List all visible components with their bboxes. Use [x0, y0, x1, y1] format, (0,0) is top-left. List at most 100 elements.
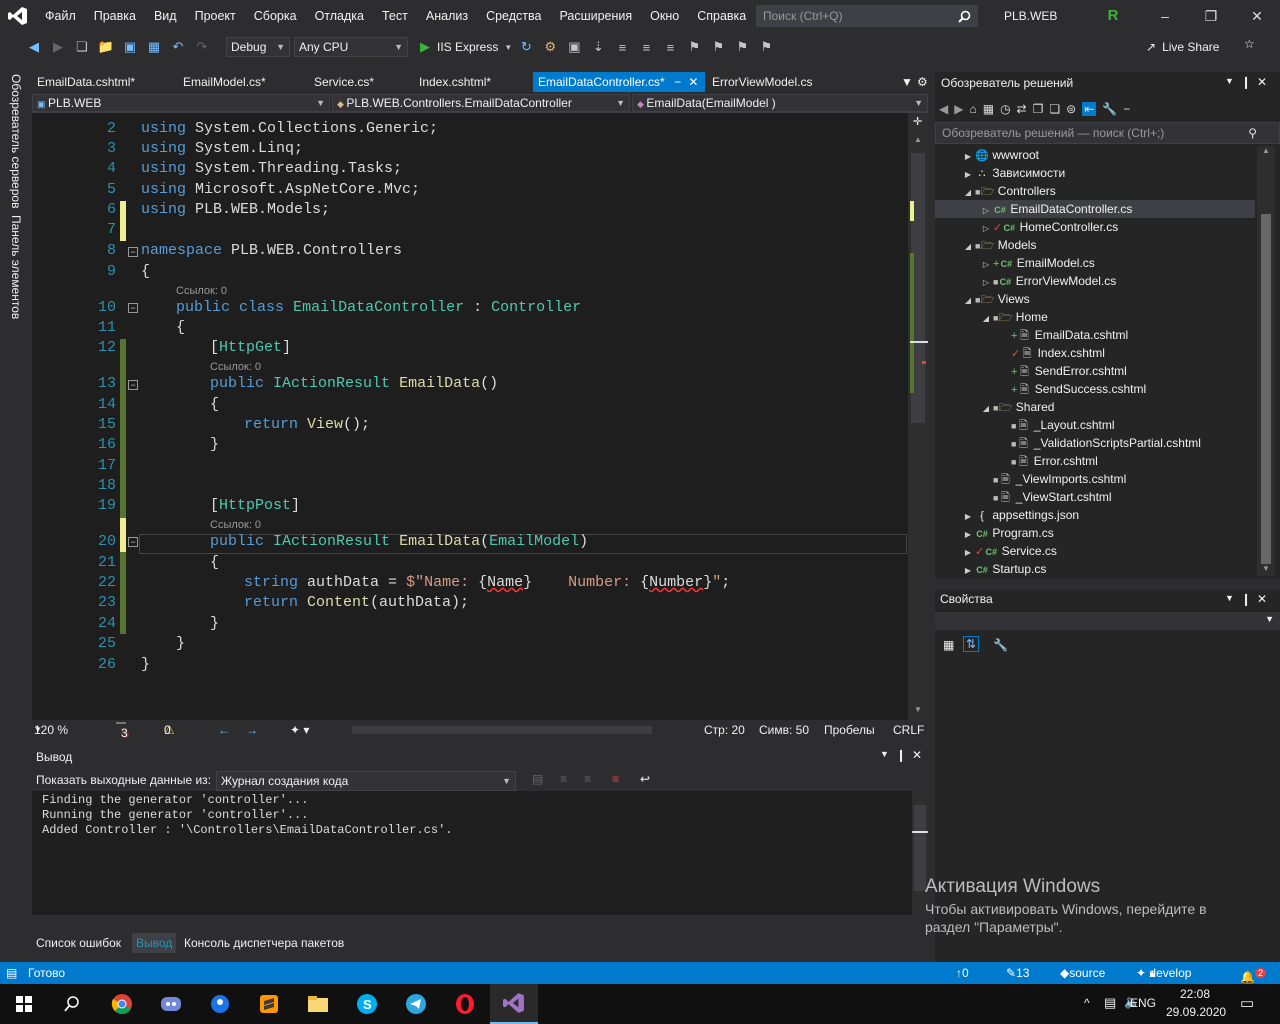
pending-changes[interactable]: ✎ 13 — [1006, 962, 1029, 984]
menu-window[interactable]: Окно — [641, 0, 688, 32]
tab-errorviewmodel-cs[interactable]: ErrorViewModel.cs — [707, 72, 817, 92]
new-project-icon[interactable]: ❏ — [71, 36, 93, 58]
tree-item-senderror-view[interactable]: + 🗎 SendError.cshtml — [1011, 362, 1127, 380]
wrench-icon[interactable]: 🔧 — [1102, 102, 1117, 116]
solution-search-input[interactable]: Обозреватель решений — поиск (Ctrl+;) ⚲ — [935, 122, 1280, 144]
run-target-button[interactable]: IIS Express — [437, 40, 498, 54]
tree-item-layout-view[interactable]: ■ 🗎 _Layout.cshtml — [1011, 416, 1115, 434]
prev-message-icon[interactable]: ≡ — [560, 772, 567, 786]
chevron-down-icon[interactable]: ▼ — [1225, 76, 1234, 86]
tree-item-emaildata-view[interactable]: + 🗎 EmailData.cshtml — [1011, 326, 1128, 344]
tree-item-viewimports[interactable]: ■ 🗎 _ViewImports.cshtml — [993, 470, 1126, 488]
telegram-icon[interactable] — [392, 984, 440, 1024]
member-dropdown[interactable]: ◆ EmailData(EmailModel ) ▼ — [632, 94, 928, 112]
input-language[interactable]: ENG — [1130, 996, 1156, 1010]
bookmark-prev-icon[interactable]: ⚑ — [707, 36, 729, 58]
error-count[interactable]: ⦸ 3 — [116, 722, 129, 740]
codelens-references[interactable]: Ссылок: 0 — [176, 285, 227, 297]
project-dropdown[interactable]: ▣ PLB.WEB ▼ — [32, 94, 330, 112]
split-icon[interactable]: ✛ — [913, 115, 922, 128]
close-icon[interactable]: ✕ — [688, 75, 698, 89]
forward-icon[interactable]: ▶ — [954, 102, 963, 116]
close-icon[interactable]: ✕ — [912, 748, 922, 762]
indent-icon[interactable]: ≡ — [611, 36, 633, 58]
menu-extensions[interactable]: Расширения — [550, 0, 641, 32]
tab-emaildata-cshtml[interactable]: EmailData.cshtml* — [32, 72, 140, 92]
output-text-area[interactable]: Finding the generator 'controller'... Ru… — [32, 791, 912, 915]
collapse-icon[interactable]: ◢ — [979, 400, 993, 418]
properties-object-select[interactable]: ▼ — [935, 612, 1280, 630]
expand-icon[interactable]: ▶ — [961, 562, 975, 580]
browser-link-icon[interactable]: ⚙ — [539, 36, 561, 58]
preview-icon[interactable]: ⊜ — [1066, 102, 1076, 116]
branch[interactable]: ✦ develop ▴ — [1136, 962, 1191, 984]
search-input[interactable]: Поиск (Ctrl+Q) — [756, 5, 978, 27]
codelens-references[interactable]: Ссылок: 0 — [210, 519, 261, 531]
tab-emaildatacontroller-cs[interactable]: EmailDataController.cs* − ✕ — [533, 72, 705, 92]
tree-item-controllers[interactable]: ◢ ■🗁 Controllers — [961, 182, 1056, 200]
save-icon[interactable]: ▣ — [119, 36, 141, 58]
action-center-icon[interactable]: ▭ — [1240, 994, 1254, 1012]
horizontal-scrollbar[interactable] — [352, 726, 652, 734]
clock-date[interactable]: 29.09.2020 — [1166, 1005, 1226, 1019]
menu-file[interactable]: Файл — [36, 0, 85, 32]
back-icon[interactable]: ◀ — [23, 36, 45, 58]
skype-icon[interactable]: S — [343, 984, 391, 1024]
menu-project[interactable]: Проект — [186, 0, 245, 32]
feedback-icon[interactable]: ☆ — [1244, 37, 1255, 51]
tree-item-dependencies[interactable]: ▶ ∴ Зависимости — [961, 164, 1065, 182]
menu-build[interactable]: Сборка — [245, 0, 306, 32]
chevron-down-icon[interactable]: ▼ — [503, 36, 513, 58]
tray-expand-icon[interactable]: ^ — [1084, 996, 1090, 1010]
tree-item-errorviewmodel[interactable]: ▷ ■C# ErrorViewModel.cs — [979, 272, 1116, 290]
pin-icon[interactable]: − — [674, 75, 681, 89]
repository[interactable]: ◆ source — [1060, 962, 1105, 984]
tab-package-manager-console[interactable]: Консоль диспетчера пакетов — [180, 933, 348, 953]
scroll-up-icon[interactable]: ▲ — [1262, 146, 1270, 155]
tab-output[interactable]: Вывод — [132, 933, 177, 953]
menu-view[interactable]: Вид — [145, 0, 186, 32]
show-all-files-icon[interactable]: ❏ — [1049, 102, 1060, 116]
opera-icon[interactable] — [441, 984, 489, 1024]
scroll-up-icon[interactable]: ▲ — [914, 135, 922, 144]
home-icon[interactable]: ⌂ — [969, 102, 976, 116]
outdent-icon[interactable]: ≡ — [635, 36, 657, 58]
output-source-select[interactable]: Журнал создания кода ▼ — [216, 771, 516, 791]
search-icon[interactable] — [48, 984, 96, 1024]
tree-item-emailmodel[interactable]: ▷ +C# EmailModel.cs — [979, 254, 1095, 272]
sync-icon[interactable]: ⇄ — [1017, 102, 1027, 116]
code-editor[interactable]: 2 3 4 5 6 7 8 9 10 11 12 13 14 15 16 17 … — [32, 113, 908, 720]
menu-analyze[interactable]: Анализ — [417, 0, 477, 32]
comment-icon[interactable]: ≡ — [659, 36, 681, 58]
next-message-icon[interactable]: ≡ — [584, 772, 591, 786]
categorized-icon[interactable]: ▦ — [943, 638, 954, 652]
sublime-icon[interactable] — [245, 984, 293, 1024]
word-wrap-icon[interactable]: ↩ — [640, 772, 650, 786]
tab-emailmodel-cs[interactable]: EmailModel.cs* — [178, 72, 271, 92]
network-icon[interactable]: ▤ — [1104, 995, 1116, 1011]
save-all-icon[interactable]: ▦ — [143, 36, 165, 58]
sync-with-document-icon[interactable]: ⇤ — [1082, 102, 1097, 116]
tree-item-index-view[interactable]: ✓ 🗎 Index.cshtml — [1011, 344, 1105, 362]
step-icon[interactable]: ⇣ — [587, 36, 609, 58]
tree-item-shared[interactable]: ◢ ■🗁 Shared — [979, 398, 1055, 418]
fold-toggle[interactable]: − — [128, 247, 138, 257]
solution-scrollbar[interactable]: ▲ ▼ — [1257, 146, 1275, 576]
chevron-down-icon[interactable]: ▼ — [880, 749, 889, 759]
server-explorer-tab[interactable]: Обозреватель серверов — [9, 74, 23, 208]
tree-item-error-view[interactable]: ■ 🗎 Error.cshtml — [1011, 452, 1098, 470]
clock-time[interactable]: 22:08 — [1180, 987, 1210, 1001]
class-dropdown[interactable]: ◆ PLB.WEB.Controllers.EmailDataControlle… — [332, 94, 630, 112]
tree-item-models[interactable]: ◢ ■🗁 Models — [961, 236, 1037, 254]
config-select[interactable]: Debug ▼ — [226, 37, 290, 57]
screenshot-icon[interactable]: ▣ — [563, 36, 585, 58]
open-folder-icon[interactable]: 📁 — [95, 36, 117, 58]
tab-index-cshtml[interactable]: Index.cshtml* — [414, 72, 496, 92]
redo-icon[interactable]: ↷ — [191, 36, 213, 58]
undo-icon[interactable]: ↶ — [167, 36, 189, 58]
nav-forward-icon[interactable]: → — [246, 720, 258, 740]
alphabetical-icon[interactable]: ⇅ — [963, 636, 980, 652]
tree-item-emaildatacontroller[interactable]: ▷ C# EmailDataController.cs — [935, 200, 1255, 218]
menu-tools[interactable]: Средства — [477, 0, 550, 32]
live-share-button[interactable]: ↗ Live Share — [1146, 37, 1219, 57]
